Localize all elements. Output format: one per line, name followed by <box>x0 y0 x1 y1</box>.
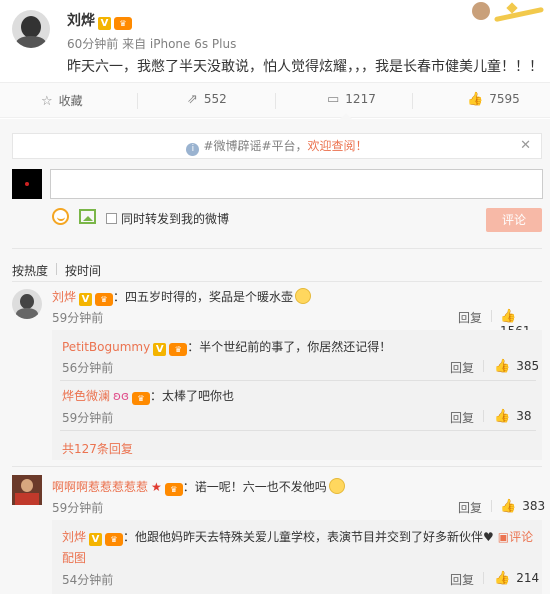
comment-text-row: 刘烨 V ♛ ：四五岁时得的，奖品是个暖水壶 <box>52 288 312 306</box>
close-icon[interactable]: ✕ <box>520 134 531 158</box>
reply-button[interactable]: 回复 <box>450 571 474 588</box>
sad-emoji-icon <box>328 478 345 494</box>
comment-text-row: 啊啊啊惹惹惹惹惹 ★ ♛ ：诺一呢！六一也不发他吗 <box>52 478 345 496</box>
reply-text: ：他跟他妈昨天去特殊关爱儿童学校，表演节目并交到了好多新伙伴 <box>123 530 484 544</box>
verified-badge-icon: V <box>153 343 167 356</box>
thumbs-up-icon: 👍 <box>494 409 511 424</box>
vip-badge-icon: ♛ <box>105 533 124 546</box>
like-count: 7595 <box>489 92 520 106</box>
sort-time-tab[interactable]: 按时间 <box>65 262 101 279</box>
butterfly-badge-icon: ʚɞ <box>113 389 129 403</box>
reply-button[interactable]: 回复 <box>458 309 482 326</box>
sort-hot-tab[interactable]: 按热度 <box>12 262 48 279</box>
comment-text: ：诺一呢！六一也不发他吗 <box>182 480 327 494</box>
card-decoration-icon <box>462 0 547 30</box>
reply-text-row: 烨色微澜 ʚɞ ♛ ：太棒了吧你也 <box>62 387 234 405</box>
star-icon: ☆ <box>41 94 53 109</box>
image-comment-icon: ▣ <box>497 530 510 544</box>
comment-icon: ▭ <box>327 92 340 107</box>
reply-user[interactable]: 烨色微澜 <box>62 389 110 403</box>
post-actions-bar: ☆ 收藏 ⇗ 552 ▭ 1217 👍 7595 <box>0 82 550 118</box>
comment-text: ：四五岁时得的，奖品是个暖水壶 <box>113 290 294 304</box>
vip-badge-icon: ♛ <box>114 17 132 30</box>
submit-comment-button[interactable]: 评论 <box>486 208 542 232</box>
star-badge-icon: ★ <box>151 480 162 494</box>
repost-option-label: 同时转发到我的微博 <box>121 212 230 226</box>
comment-input[interactable] <box>50 169 543 199</box>
reply-like-button[interactable]: 👍 385 <box>494 359 539 374</box>
comment-time: 59分钟前 <box>52 311 104 325</box>
reply-text: ：半个世纪前的事了，你居然还记得！ <box>187 340 392 354</box>
reply-text: ：太棒了吧你也 <box>149 389 234 403</box>
verified-badge-icon: V <box>98 17 111 30</box>
smile-emoji-icon <box>295 288 312 304</box>
comment-avatar[interactable] <box>12 475 42 505</box>
comment-button[interactable]: ▭ 1217 <box>327 92 376 107</box>
vip-badge-icon: ♛ <box>95 293 114 306</box>
image-icon[interactable] <box>79 209 96 224</box>
post-author-row: 刘烨 V ♛ <box>67 10 132 30</box>
reply-like-count: 385 <box>516 359 540 373</box>
emoji-icon[interactable] <box>52 208 69 225</box>
reply-user[interactable]: PetitBogummy <box>62 340 150 354</box>
reply-user[interactable]: 刘烨 <box>62 530 86 544</box>
comment-like-button[interactable]: 👍 383 <box>500 499 545 514</box>
reply-text-row: 刘烨 V ♛ ：他跟他妈昨天去特殊关爱儿童学校，表演节目并交到了好多新伙伴♥ ▣评论 <box>62 528 533 546</box>
reply-button[interactable]: 回复 <box>458 499 482 516</box>
reply-text-row: PetitBogummy V ♛ ：半个世纪前的事了，你居然还记得！ <box>62 338 391 356</box>
favorite-label: 收藏 <box>58 94 83 108</box>
like-button[interactable]: 👍 7595 <box>467 92 520 107</box>
reply-button[interactable]: 回复 <box>450 409 474 426</box>
reply-time: 54分钟前 <box>62 573 114 587</box>
post-meta: 60分钟前 来自 iPhone 6s Plus <box>67 37 237 51</box>
reply-like-button[interactable]: 👍 214 <box>494 571 539 586</box>
verified-badge-icon: V <box>79 293 93 306</box>
comment-user[interactable]: 刘烨 <box>52 290 76 304</box>
reply-like-count: 38 <box>516 409 532 423</box>
vip-badge-icon: ♛ <box>164 483 183 496</box>
repost-option[interactable]: 同时转发到我的微博 <box>106 210 229 227</box>
repost-checkbox[interactable] <box>106 213 117 224</box>
reply-extra-link[interactable]: 评论 <box>509 530 533 544</box>
comment-time: 59分钟前 <box>52 501 104 515</box>
repost-button[interactable]: ⇗ 552 <box>187 92 227 107</box>
my-avatar <box>12 169 42 199</box>
more-replies-link[interactable]: 共127条回复 <box>62 440 133 457</box>
thumbs-up-icon: 👍 <box>500 499 517 514</box>
reply-like-count: 214 <box>516 571 540 585</box>
comment-like-count: 383 <box>522 499 546 513</box>
vip-badge-icon: ♛ <box>169 343 188 356</box>
thumbs-up-icon: 👍 <box>494 359 511 374</box>
heart-icon: ♥ <box>483 530 494 544</box>
reply-time: 56分钟前 <box>62 361 114 375</box>
thumbs-up-icon: 👍 <box>467 92 484 107</box>
comment-user[interactable]: 啊啊啊惹惹惹惹惹 <box>52 480 148 494</box>
thumbs-up-icon: 👍 <box>494 571 511 586</box>
verified-badge-icon: V <box>89 533 103 546</box>
reply-image-link[interactable]: 配图 <box>62 549 86 566</box>
comment-avatar[interactable] <box>12 289 42 319</box>
thumbs-up-icon: 👍 <box>500 309 517 324</box>
reply-time: 59分钟前 <box>62 411 114 425</box>
repost-icon: ⇗ <box>187 92 198 107</box>
favorite-button[interactable]: ☆ 收藏 <box>41 92 83 109</box>
post-author-name[interactable]: 刘烨 <box>67 13 95 29</box>
post-text: 昨天六一，我憋了半天没敢说，怕人觉得炫耀，，，我是长春市健美儿童！！！ <box>67 59 543 75</box>
reply-like-button[interactable]: 👍 38 <box>494 409 531 424</box>
vip-badge-icon: ♛ <box>131 392 150 405</box>
notice-link[interactable]: 欢迎查阅！ <box>308 139 368 153</box>
rumor-notice: i #微博辟谣#平台，欢迎查阅！ ✕ <box>12 133 542 159</box>
comment-count: 1217 <box>345 92 376 106</box>
author-avatar[interactable] <box>12 10 50 48</box>
reply-button[interactable]: 回复 <box>450 359 474 376</box>
repost-count: 552 <box>203 92 227 106</box>
info-icon: i <box>186 143 200 156</box>
notice-tag[interactable]: #微博辟谣#平台， <box>203 139 307 153</box>
